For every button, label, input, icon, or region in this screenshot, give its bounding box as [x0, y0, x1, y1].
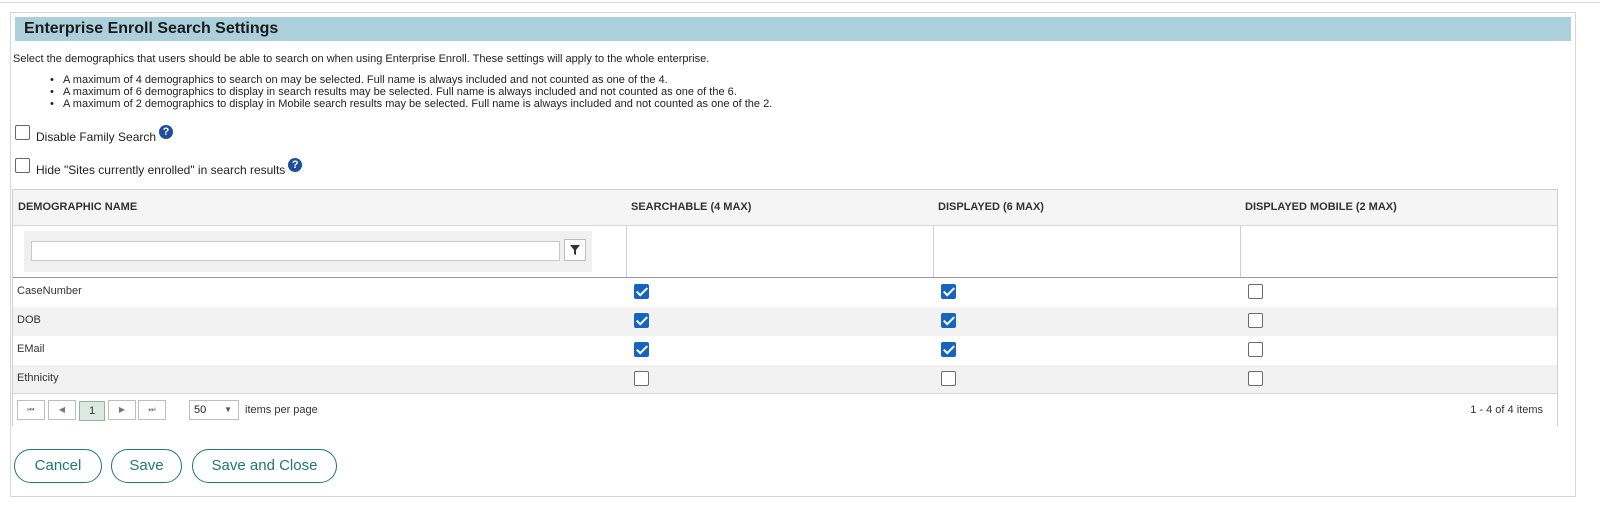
grid-header: DEMOGRAPHIC NAME SEARCHABLE (4 MAX) DISP… [13, 190, 1557, 226]
demographic-name: Ethnicity [17, 372, 59, 384]
table-row: CaseNumber [13, 278, 1557, 307]
first-page-icon[interactable]: ⏮ [17, 400, 45, 420]
displayed-checkbox[interactable] [941, 313, 956, 328]
demographics-grid: DEMOGRAPHIC NAME SEARCHABLE (4 MAX) DISP… [12, 189, 1558, 427]
column-separator [626, 225, 627, 277]
cancel-button[interactable]: Cancel [14, 449, 102, 483]
grid-pager: ⏮ ◀ 1 ▶ ⏭ 50 ▼ items per page 1 - 4 of 4… [13, 393, 1557, 427]
demographic-name: DOB [17, 314, 41, 326]
searchable-checkbox[interactable] [634, 284, 649, 299]
filter-button[interactable] [564, 239, 586, 261]
searchable-checkbox[interactable] [634, 313, 649, 328]
displayed-checkbox[interactable] [941, 371, 956, 386]
displayed-checkbox[interactable] [941, 342, 956, 357]
rule-item: A maximum of 4 demographics to search on… [50, 74, 772, 86]
last-page-icon[interactable]: ⏭ [138, 400, 166, 420]
col-displayed[interactable]: DISPLAYED (6 MAX) [938, 190, 1044, 225]
demographic-name: EMail [17, 343, 45, 355]
page-title: Enterprise Enroll Search Settings [15, 17, 1571, 41]
hide-sites-label: Hide "Sites currently enrolled" in searc… [36, 162, 286, 177]
current-page-button[interactable]: 1 [79, 401, 105, 421]
question-circle-icon[interactable]: ? [159, 124, 174, 139]
filter-cell [24, 231, 592, 272]
rule-item: A maximum of 6 demographics to display i… [50, 86, 772, 98]
settings-panel: Enterprise Enroll Search Settings Select… [10, 12, 1576, 497]
top-divider [0, 2, 1600, 3]
next-page-icon[interactable]: ▶ [108, 400, 136, 420]
table-row: Ethnicity [13, 365, 1557, 394]
pager-info: 1 - 4 of 4 items [1470, 404, 1543, 416]
hide-sites-checkbox[interactable] [15, 158, 30, 173]
filter-funnel-icon [570, 245, 580, 255]
page-size-label: items per page [245, 404, 318, 416]
displayed-mobile-checkbox[interactable] [1248, 284, 1263, 299]
page-size-select[interactable]: 50 ▼ [189, 400, 239, 420]
rules-list: A maximum of 4 demographics to search on… [50, 74, 772, 110]
prev-page-icon[interactable]: ◀ [48, 400, 76, 420]
col-searchable[interactable]: SEARCHABLE (4 MAX) [631, 190, 751, 225]
caret-down-icon: ▼ [224, 405, 232, 414]
displayed-mobile-checkbox[interactable] [1248, 342, 1263, 357]
disable-family-label: Disable Family Search [36, 129, 157, 144]
hide-sites-option: Hide "Sites currently enrolled" in searc… [15, 157, 303, 177]
disable-family-checkbox[interactable] [15, 125, 30, 140]
col-demographic-name[interactable]: DEMOGRAPHIC NAME [18, 190, 137, 225]
save-button[interactable]: Save [111, 449, 182, 483]
rule-item: A maximum of 2 demographics to display i… [50, 98, 772, 110]
column-separator [1240, 225, 1241, 277]
demographic-filter-input[interactable] [31, 241, 560, 261]
page-size-value: 50 [194, 404, 207, 416]
displayed-mobile-checkbox[interactable] [1248, 313, 1263, 328]
searchable-checkbox[interactable] [634, 371, 649, 386]
question-circle-icon[interactable]: ? [288, 157, 303, 172]
searchable-checkbox[interactable] [634, 342, 649, 357]
disable-family-option: Disable Family Search ? [15, 124, 174, 144]
table-row: DOB [13, 307, 1557, 336]
filter-row [13, 225, 1557, 278]
displayed-checkbox[interactable] [941, 284, 956, 299]
intro-text: Select the demographics that users shoul… [13, 53, 710, 65]
col-displayed-mobile[interactable]: DISPLAYED MOBILE (2 MAX) [1245, 190, 1397, 225]
displayed-mobile-checkbox[interactable] [1248, 371, 1263, 386]
table-row: EMail [13, 336, 1557, 365]
column-separator [933, 225, 934, 277]
save-and-close-button[interactable]: Save and Close [192, 449, 337, 483]
demographic-name: CaseNumber [17, 285, 82, 297]
